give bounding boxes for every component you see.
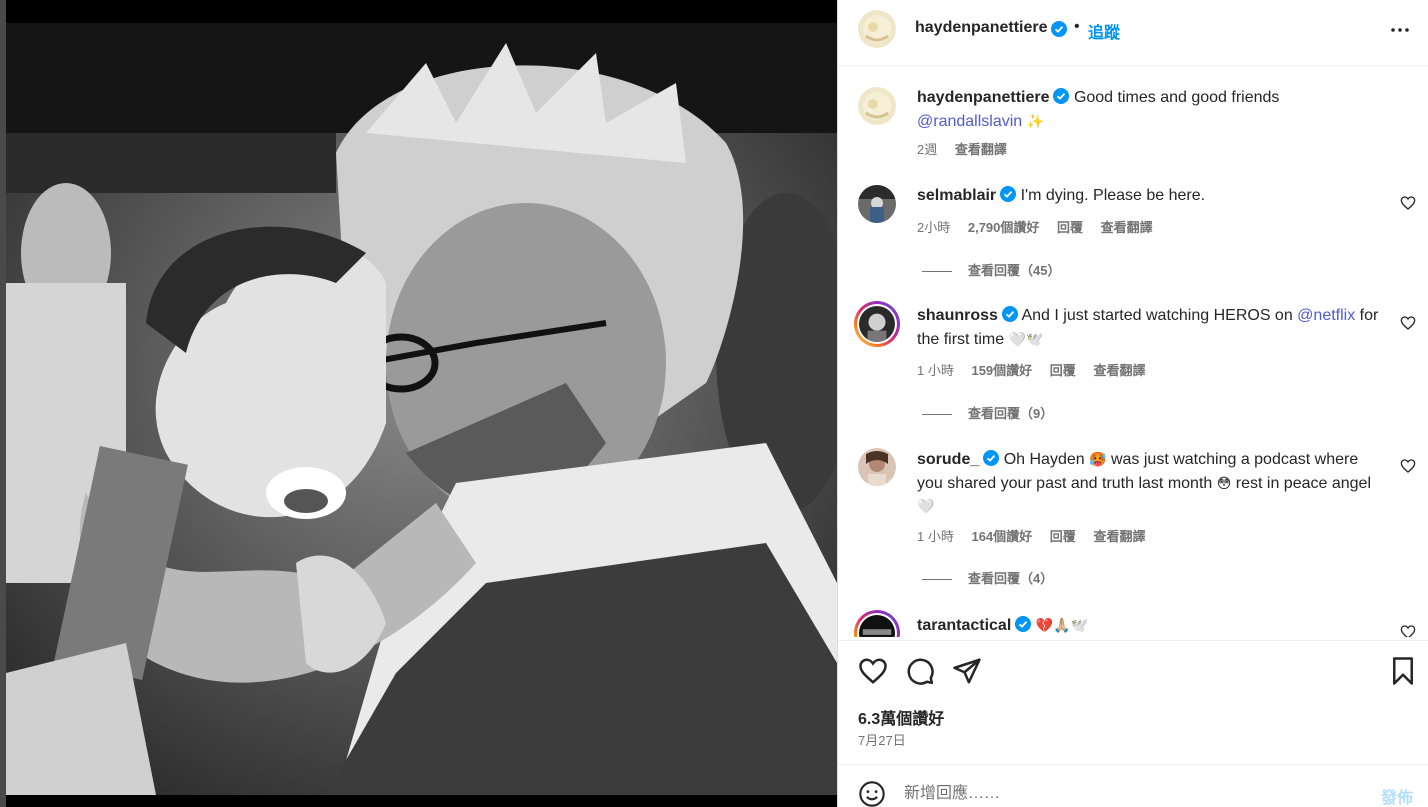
reply-button[interactable]: 回覆 bbox=[1050, 529, 1076, 544]
commenter-avatar bbox=[859, 615, 895, 637]
caption-author-avatar[interactable] bbox=[858, 87, 896, 125]
comment-meta: 2小時 2,790個讚好 回覆 查看翻譯 bbox=[917, 217, 1167, 236]
verified-badge-icon bbox=[1001, 306, 1018, 322]
comment-username[interactable]: shaunross bbox=[917, 307, 998, 324]
comment-body: shaunross And I just started watching HE… bbox=[917, 305, 1387, 351]
heart-icon[interactable] bbox=[858, 656, 888, 686]
comment-icon[interactable] bbox=[905, 656, 935, 686]
comment-heart-icon[interactable] bbox=[1400, 315, 1416, 331]
verified-badge-icon bbox=[1015, 616, 1032, 632]
replies-line bbox=[922, 414, 952, 416]
add-comment-divider bbox=[838, 764, 1428, 765]
instagram-post-view: haydenpanettiere • 追蹤 haydenpanettiere G… bbox=[0, 0, 1428, 807]
bookmark-icon[interactable] bbox=[1388, 656, 1418, 686]
comment-like-count[interactable]: 164個讚好 bbox=[971, 529, 1032, 544]
comment-emoji: 😳 bbox=[1216, 474, 1232, 491]
comment-mention-link[interactable]: @netflix bbox=[1297, 307, 1355, 324]
comment-meta: 1 小時 164個讚好 回覆 查看翻譯 bbox=[917, 526, 1159, 545]
verified-badge-icon bbox=[1053, 88, 1070, 104]
view-replies-button[interactable]: 查看回覆（4） bbox=[922, 568, 1053, 587]
post-date[interactable]: 7月27日 bbox=[858, 730, 906, 749]
send-icon[interactable] bbox=[952, 656, 982, 686]
comment-text: I'm dying. Please be here. bbox=[1020, 187, 1206, 204]
comment-like-count[interactable]: 159個讚好 bbox=[971, 363, 1032, 378]
reply-button[interactable]: 回覆 bbox=[1050, 363, 1076, 378]
view-replies-label: 查看回覆（4） bbox=[968, 571, 1054, 586]
sparkles-emoji: ✨ bbox=[1026, 112, 1045, 129]
caption-translate-link[interactable]: 查看翻譯 bbox=[955, 142, 1007, 157]
separator-dot: • bbox=[1074, 18, 1080, 35]
comment-username[interactable]: tarantactical bbox=[917, 617, 1011, 634]
smiley-icon[interactable] bbox=[858, 780, 886, 807]
add-comment-input[interactable] bbox=[904, 783, 1364, 805]
comment-text-cont: rest in peace angel bbox=[1231, 474, 1371, 492]
translate-link[interactable]: 查看翻譯 bbox=[1093, 529, 1145, 544]
post-header: haydenpanettiere • 追蹤 bbox=[838, 0, 1428, 66]
author-username[interactable]: haydenpanettiere bbox=[915, 19, 1047, 37]
comment-age: 1 小時 bbox=[917, 529, 954, 544]
comment-age: 1 小時 bbox=[917, 363, 954, 378]
comment-age: 2小時 bbox=[917, 220, 951, 235]
view-replies-button[interactable]: 查看回覆（9） bbox=[922, 403, 1053, 422]
view-replies-button[interactable]: 查看回覆（45） bbox=[922, 260, 1060, 279]
actions-divider bbox=[838, 640, 1428, 641]
comments-list[interactable]: haydenpanettiere Good times and good fri… bbox=[838, 67, 1428, 637]
post-photo bbox=[6, 23, 837, 795]
comment-body: selmablair I'm dying. Please be here. bbox=[917, 185, 1387, 208]
caption-meta: 2週 查看翻譯 bbox=[917, 139, 1021, 158]
translate-link[interactable]: 查看翻譯 bbox=[1093, 363, 1145, 378]
likes-count[interactable]: 6.3萬個讚好 bbox=[858, 705, 944, 729]
commenter-story-ring[interactable] bbox=[854, 301, 900, 347]
author-avatar[interactable] bbox=[858, 10, 896, 48]
post-media[interactable] bbox=[6, 0, 837, 807]
follow-button[interactable]: 追蹤 bbox=[1088, 19, 1120, 43]
caption-username[interactable]: haydenpanettiere bbox=[917, 89, 1049, 106]
verified-badge-icon bbox=[1000, 186, 1017, 202]
comment-body: tarantactical 💔🙏🏼🕊️ bbox=[917, 614, 1387, 637]
caption-text: Good times and good friends bbox=[1073, 89, 1280, 106]
comment-text: Oh Hayden bbox=[1003, 451, 1085, 468]
comment-heart-icon[interactable] bbox=[1400, 458, 1416, 474]
comment-meta: 1 小時 159個讚好 回覆 查看翻譯 bbox=[917, 360, 1159, 379]
replies-line bbox=[922, 271, 952, 273]
caption-age: 2週 bbox=[917, 142, 938, 157]
commenter-avatar[interactable] bbox=[858, 448, 896, 486]
view-replies-label: 查看回覆（45） bbox=[968, 263, 1061, 278]
reply-button[interactable]: 回覆 bbox=[1057, 220, 1083, 235]
comment-emoji: 🤍 bbox=[917, 498, 935, 514]
comment-heart-icon[interactable] bbox=[1400, 195, 1416, 211]
translate-link[interactable]: 查看翻譯 bbox=[1101, 220, 1153, 235]
comment-body: sorude_ Oh Hayden 🥵 was just watching a … bbox=[917, 448, 1387, 519]
commenter-story-ring[interactable] bbox=[854, 610, 900, 637]
more-icon[interactable] bbox=[1388, 18, 1412, 42]
view-replies-label: 查看回覆（9） bbox=[968, 406, 1054, 421]
comment-heart-icon[interactable] bbox=[1400, 624, 1416, 637]
replies-line bbox=[922, 579, 952, 581]
post-side-panel: haydenpanettiere • 追蹤 haydenpanettiere G… bbox=[838, 0, 1428, 807]
verified-badge-icon bbox=[1051, 21, 1067, 37]
comment-emoji: 🥵 bbox=[1089, 451, 1107, 467]
comment-username[interactable]: selmablair bbox=[917, 187, 996, 204]
comment-username[interactable]: sorude_ bbox=[917, 451, 979, 468]
caption-body: haydenpanettiere Good times and good fri… bbox=[917, 87, 1387, 133]
comment-like-count[interactable]: 2,790個讚好 bbox=[968, 220, 1040, 235]
commenter-avatar bbox=[859, 306, 895, 342]
comment-emoji: 💔🙏🏼🕊️ bbox=[1035, 617, 1089, 633]
commenter-avatar[interactable] bbox=[858, 185, 896, 223]
caption-mention-link[interactable]: @randallslavin bbox=[917, 113, 1022, 130]
comment-text: And I just started watching HEROS on bbox=[1021, 307, 1298, 324]
post-comment-button[interactable]: 發佈 bbox=[1381, 784, 1413, 807]
verified-badge-icon bbox=[983, 450, 1000, 466]
comment-emoji: 🤍🕊️ bbox=[1008, 330, 1044, 347]
